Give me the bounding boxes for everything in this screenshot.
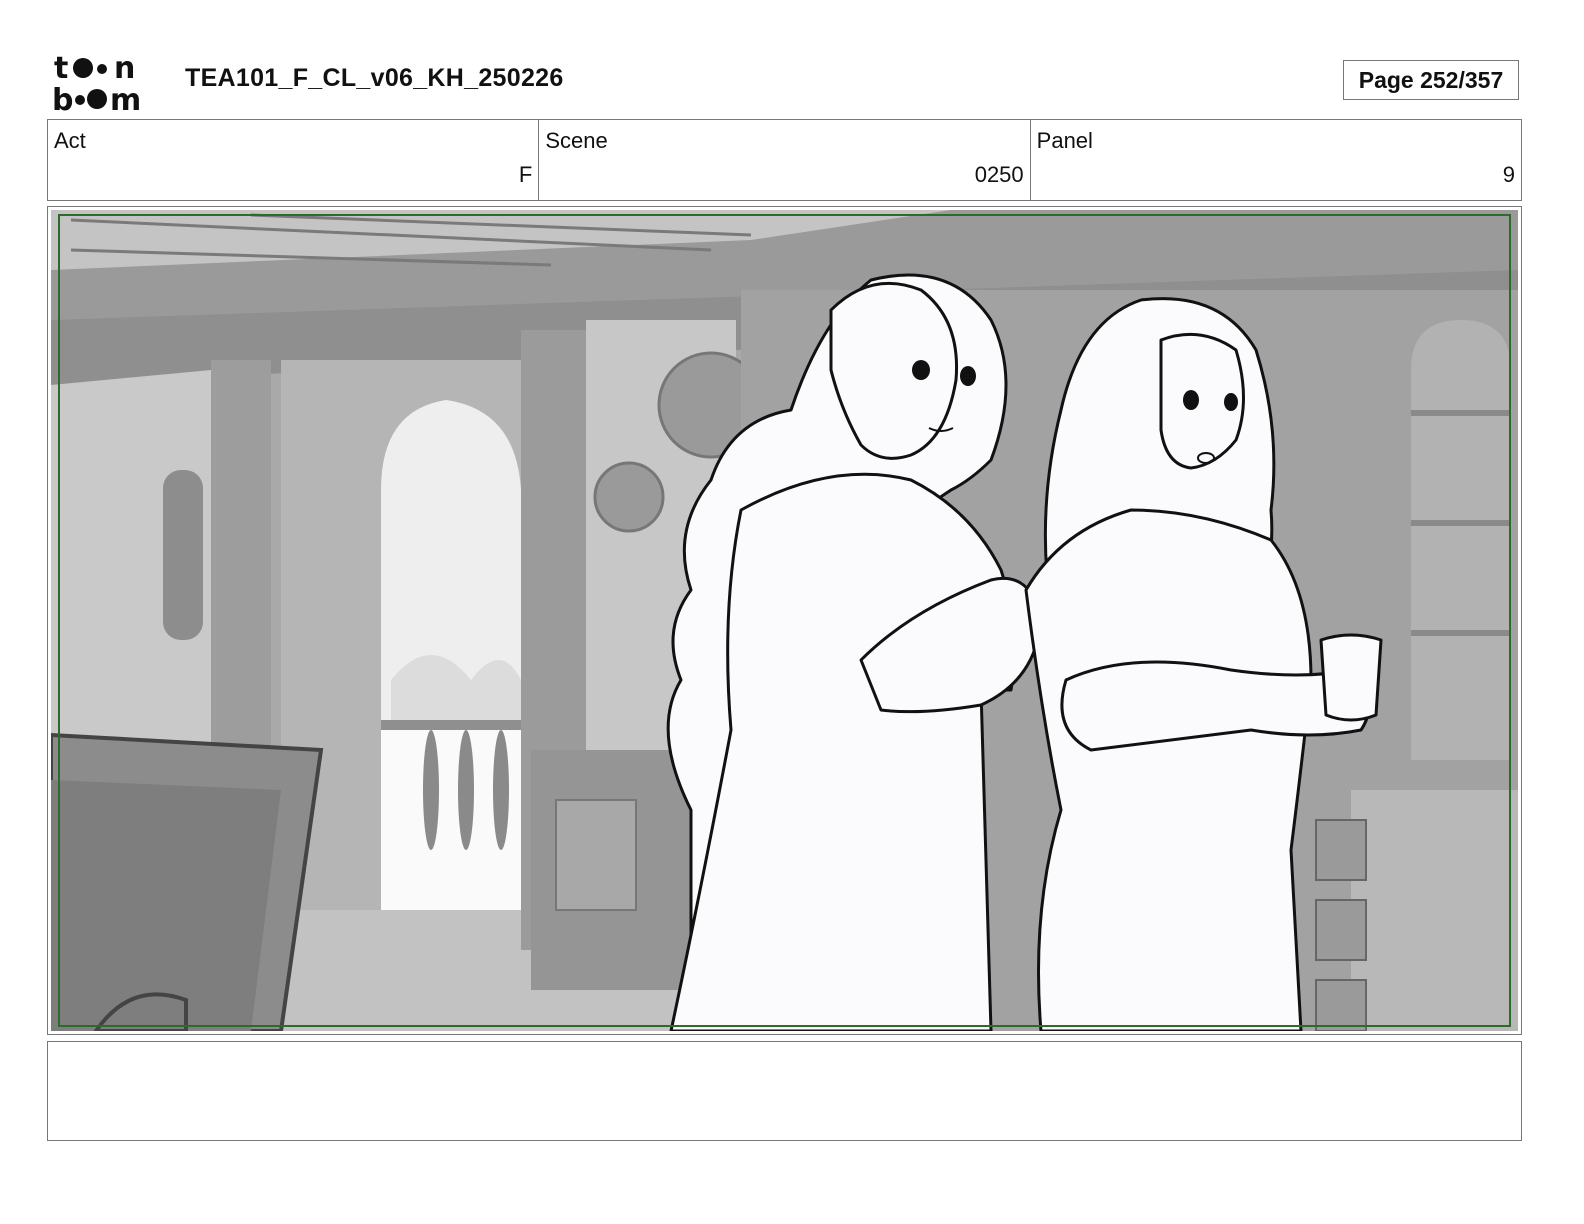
scene-value: 0250 [974,162,1024,187]
act-value: F [518,162,533,187]
storyboard-panel-image [51,210,1518,1031]
svg-text:t: t [54,51,68,86]
svg-text:b: b [52,83,73,114]
toon-boom-logo: t n b m [52,51,141,114]
act-cell: Act F [48,120,540,200]
scene-label: Scene [545,128,608,153]
page-indicator: Page 252/357 [1343,60,1519,100]
notes-box [47,1041,1522,1141]
panel-label: Panel [1036,128,1093,153]
scene-cell: Scene 0250 [539,120,1031,200]
svg-text:m: m [110,83,141,114]
panel-cell: Panel 9 [1031,120,1521,200]
info-row: Act F Scene 0250 Panel 9 [47,119,1522,201]
document-title: TEA101_F_CL_v06_KH_250226 [185,64,564,92]
svg-text:n: n [114,51,135,86]
panel-value: 9 [1502,162,1515,187]
act-label: Act [54,128,86,153]
